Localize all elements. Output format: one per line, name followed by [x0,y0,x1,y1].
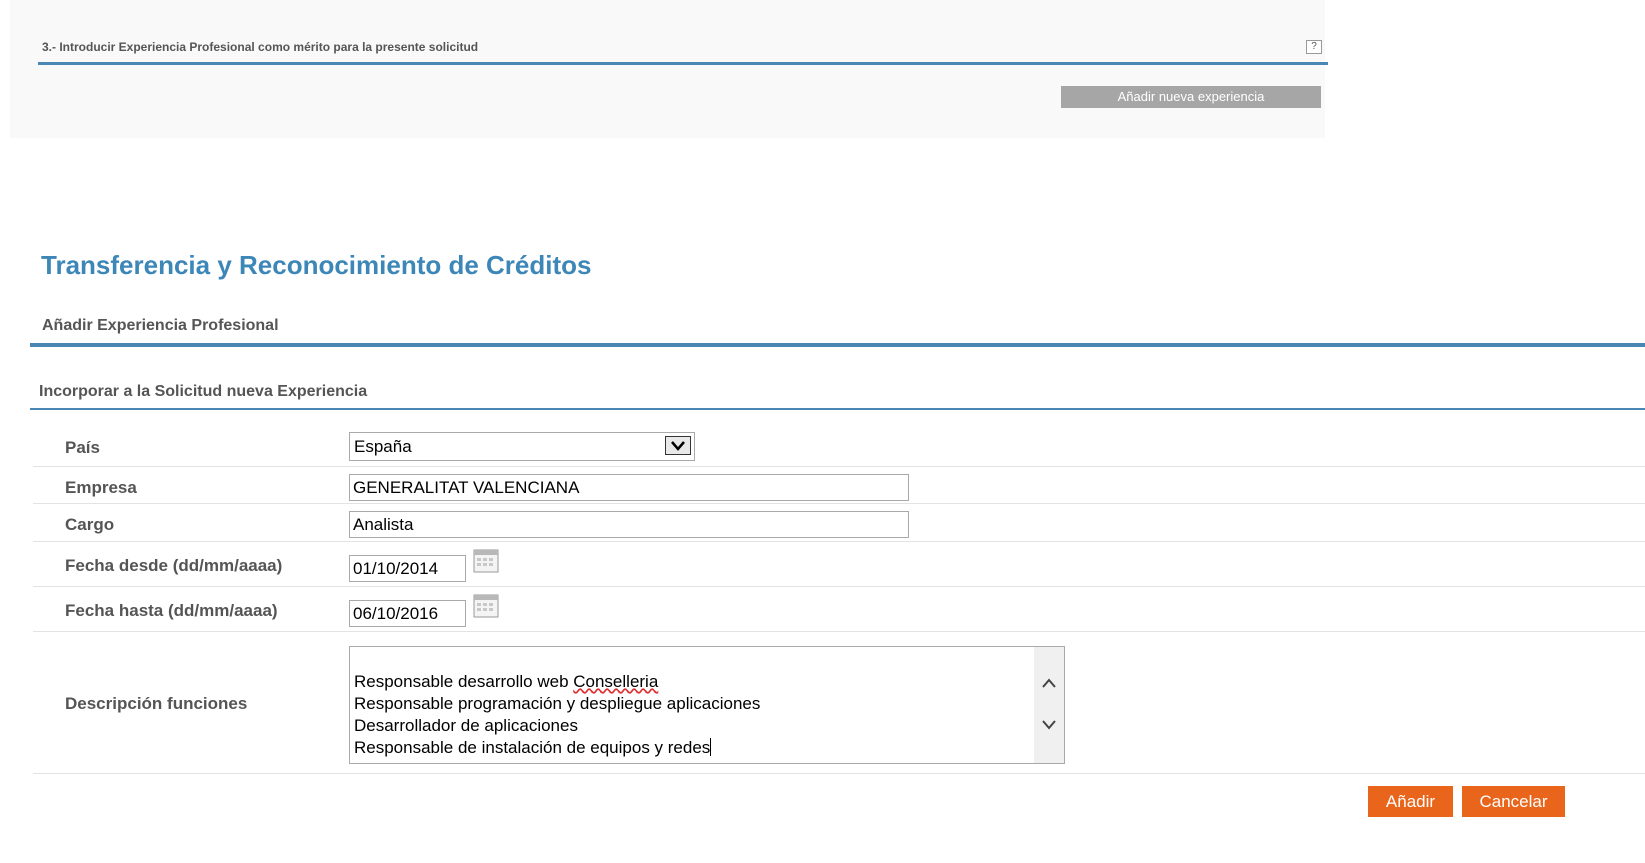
pais-select-value: España [354,437,412,456]
descripcion-line: Responsable de instalación de equipos y … [354,738,711,757]
form-row-fecha-hasta: Fecha hasta (dd/mm/aaaa) [33,587,1645,632]
divider [30,408,1645,410]
divider [38,62,1328,65]
divider [30,343,1645,347]
cargo-input[interactable] [349,511,909,538]
section-title: Añadir Experiencia Profesional [42,317,279,334]
textarea-scrollbar[interactable] [1034,647,1064,763]
fecha-desde-input[interactable] [349,555,466,582]
descripcion-textarea[interactable]: Responsable desarrollo web Conselleria R… [349,646,1065,764]
subsection-title: Incorporar a la Solicitud nueva Experien… [39,383,368,400]
fecha-desde-label: Fecha desde (dd/mm/aaaa) [65,556,283,575]
form-row-pais: País [33,430,1645,467]
cargo-label: Cargo [65,515,115,534]
spellcheck-word: Conselleria [573,672,659,691]
calendar-icon[interactable] [473,549,499,573]
step-panel: 3.- Introducir Experiencia Profesional c… [10,0,1328,138]
descripcion-line: Responsable desarrollo web [354,672,574,691]
fecha-hasta-label: Fecha hasta (dd/mm/aaaa) [65,601,278,620]
chevron-up-icon[interactable] [1041,677,1057,689]
descripcion-line: Responsable programación y despliegue ap… [354,694,761,713]
chevron-down-icon[interactable] [665,436,691,455]
pais-select[interactable]: España [349,432,695,461]
page-title: Transferencia y Reconocimiento de Crédit… [41,250,592,280]
descripcion-label: Descripción funciones [65,694,248,713]
calendar-icon[interactable] [473,594,499,618]
form-row-fecha-desde: Fecha desde (dd/mm/aaaa) [33,542,1645,587]
descripcion-line: Desarrollador de aplicaciones [354,716,578,735]
cancel-button[interactable]: Cancelar [1462,786,1565,817]
pais-label: País [65,438,100,457]
empresa-input[interactable] [349,474,909,501]
help-icon[interactable]: ? [1306,40,1322,54]
fecha-hasta-input[interactable] [349,600,466,627]
step-title: 3.- Introducir Experiencia Profesional c… [42,40,479,54]
text-caret [710,738,712,756]
empresa-label: Empresa [65,478,137,497]
chevron-down-icon[interactable] [1041,719,1057,731]
add-button[interactable]: Añadir [1368,786,1453,817]
add-new-experience-button[interactable]: Añadir nueva experiencia [1061,86,1321,108]
